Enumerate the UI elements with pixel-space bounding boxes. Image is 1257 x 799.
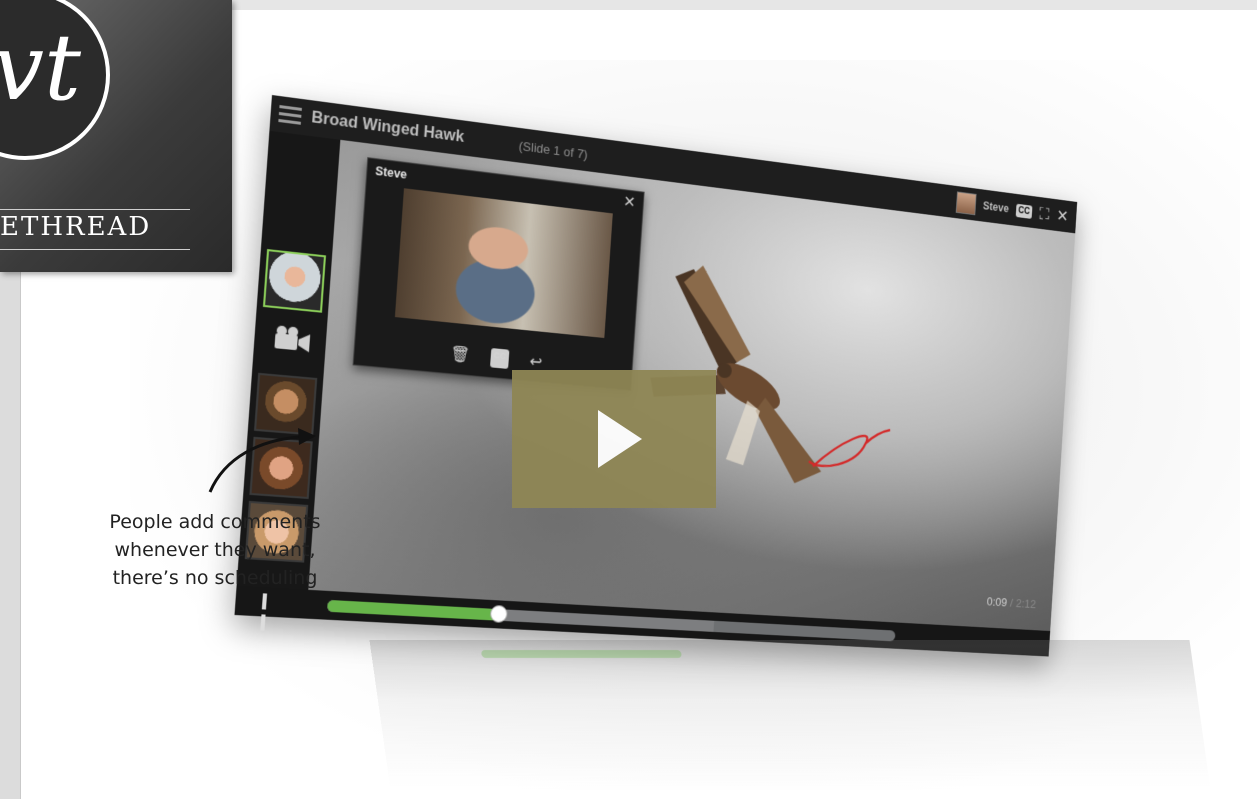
play-button[interactable] [512,370,716,508]
close-icon[interactable]: ✕ [1056,206,1069,225]
slide-counter: (Slide 1 of 7) [518,138,589,162]
annotation-line-1: People add comments [109,511,321,533]
player-reflection [369,640,1211,790]
annotation-text: People add comments whenever they want, … [80,508,350,592]
logo-rule-top [0,209,190,210]
annotation-arrow [208,428,316,493]
reflection-progress [480,650,682,658]
captions-button[interactable]: CC [1015,203,1033,219]
popup-captions-button[interactable]: CC [489,348,510,369]
webcam-video[interactable] [394,188,613,338]
vt-logo: vt ETHREAD [0,0,232,272]
windows-icon[interactable]: ⧉ [1055,595,1066,614]
menu-icon[interactable] [278,105,302,126]
play-icon [598,410,642,468]
video-comment-popup: Steve ✕ 🗑 CC ↩ [352,157,645,391]
commenter-avatar-steve[interactable] [262,249,327,313]
current-time: 0:09 [986,594,1008,610]
logo-mark: vt [0,14,81,121]
pause-button[interactable] [260,593,277,631]
logo-wordmark: ETHREAD [0,212,152,242]
popup-commenter-name: Steve [374,164,408,182]
video-camera-icon[interactable] [272,324,313,354]
logo-rule-bottom [0,249,190,250]
popup-close-icon[interactable]: ✕ [623,192,637,212]
progress-played [326,599,498,621]
annotation-line-2: whenever they want, [114,539,316,561]
time-readout: 0:09 / 2:12 [986,595,1036,611]
total-time: 2:12 [1015,596,1037,611]
trash-icon[interactable]: 🗑 [449,344,470,365]
fullscreen-icon[interactable]: ⛶ [1039,204,1050,223]
previous-icon[interactable]: ◀ [1072,596,1075,615]
user-avatar[interactable] [955,191,977,216]
annotation-line-3: there’s no scheduling [112,567,318,589]
user-name[interactable]: Steve [983,199,1010,215]
